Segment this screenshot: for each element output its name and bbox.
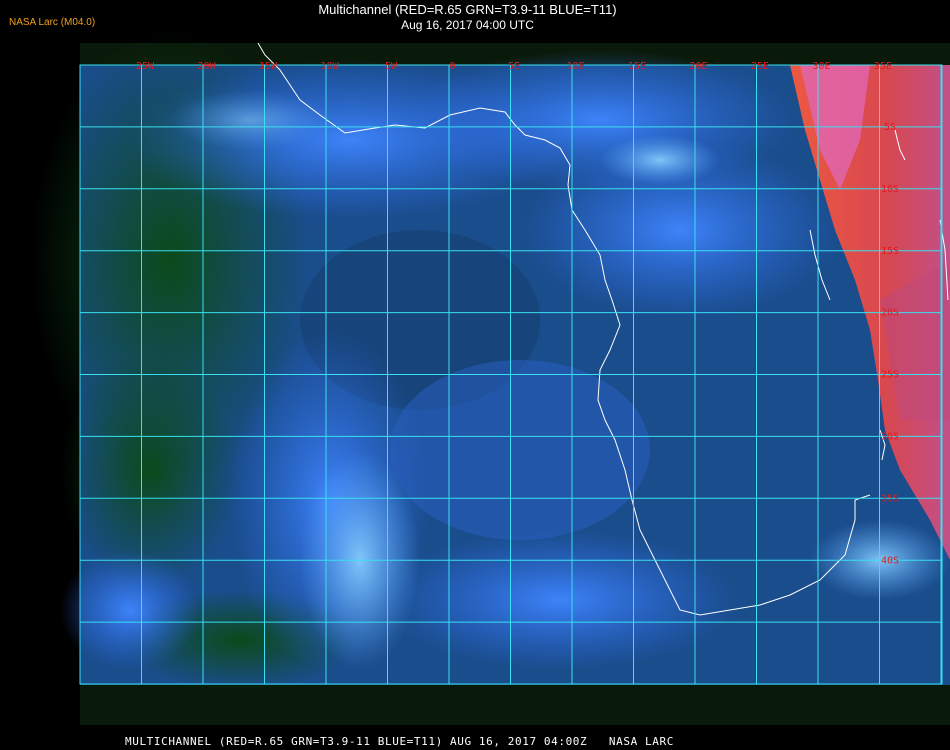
longitude-label: 25E xyxy=(751,61,769,72)
imagery-layer xyxy=(30,30,950,725)
latitude-label: 15S xyxy=(881,246,899,257)
latitude-label: 40S xyxy=(881,555,899,566)
longitude-label: 20E xyxy=(689,61,707,72)
latitude-label: 35S xyxy=(881,493,899,504)
footer-caption: MULTICHANNEL (RED=R.65 GRN=T3.9-11 BLUE=… xyxy=(125,735,674,748)
longitude-label: 20W xyxy=(197,61,216,72)
longitude-label: 25W xyxy=(136,61,155,72)
latitude-label: 10S xyxy=(881,184,899,195)
longitude-label: 10E xyxy=(566,61,584,72)
latitude-label: 30S xyxy=(881,432,899,443)
longitude-label: 30E xyxy=(812,61,830,72)
longitude-label: 0 xyxy=(449,61,455,72)
latitude-label: 5S xyxy=(884,122,896,133)
longitude-label: 5W xyxy=(385,61,398,72)
latitude-label: 25S xyxy=(881,370,899,381)
longitude-label: 15W xyxy=(259,61,278,72)
latitude-label: 20S xyxy=(881,308,899,319)
longitude-label: 10W xyxy=(320,61,339,72)
longitude-label: 35E xyxy=(874,61,892,72)
longitude-label: 5E xyxy=(508,61,520,72)
satellite-map: 25W 20W 15W 10W 5W 0 5E 10E 15E 20E 25E 30E 35E 5S 10S… xyxy=(30,30,950,725)
longitude-label: 15E xyxy=(628,61,646,72)
